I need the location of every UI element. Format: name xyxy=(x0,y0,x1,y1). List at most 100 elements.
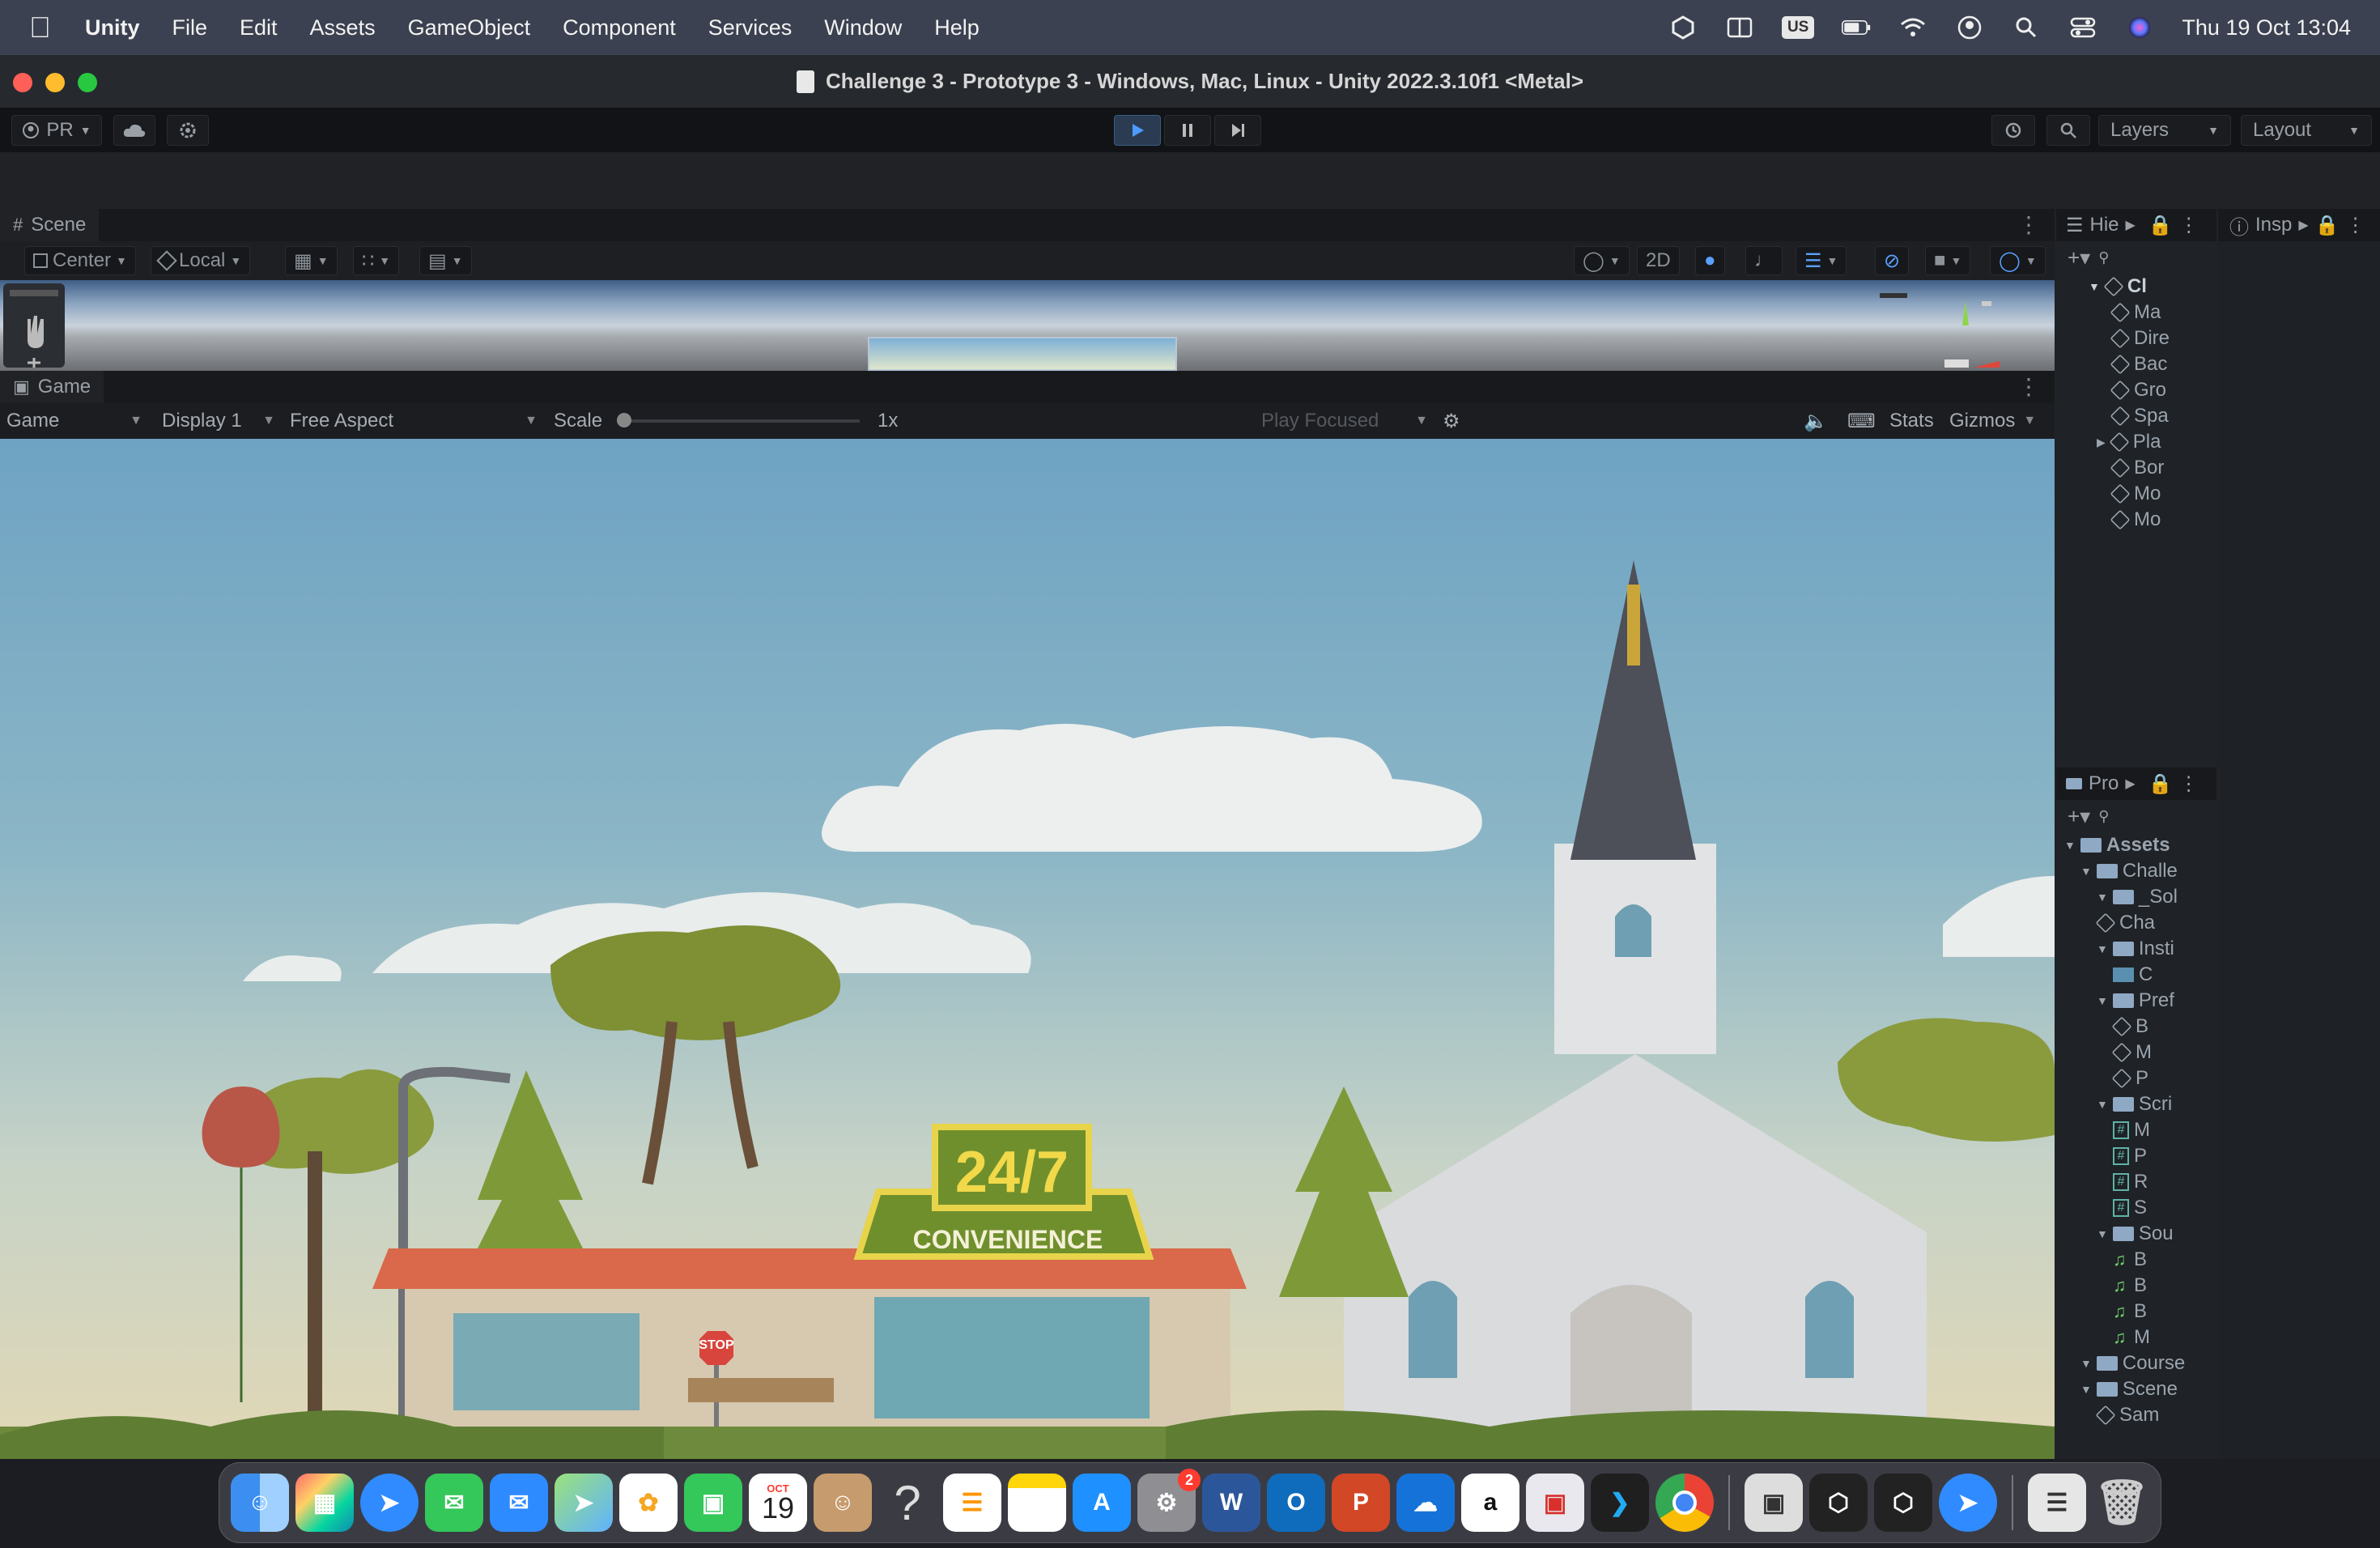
scene-tools-overlay[interactable] xyxy=(3,283,65,368)
hierarchy-item[interactable]: Ma xyxy=(2056,300,2216,325)
cloud-button[interactable] xyxy=(113,115,155,146)
ruler-toggle[interactable]: ▤ ▼ xyxy=(419,246,472,275)
scene-viewport[interactable] xyxy=(0,280,2055,371)
project-item[interactable]: # R xyxy=(2056,1169,2216,1195)
expand-arrow-icon[interactable]: ▼ xyxy=(2097,1227,2108,1240)
safari-icon[interactable]: ➤ xyxy=(360,1474,419,1532)
project-item[interactable]: Sam xyxy=(2056,1402,2216,1428)
chrome-icon[interactable] xyxy=(1655,1474,1714,1532)
project-item[interactable]: Cha xyxy=(2056,910,2216,936)
menu-services[interactable]: Services xyxy=(708,15,793,40)
scale-slider[interactable] xyxy=(617,413,861,427)
scene-root-row[interactable]: ▼ Cl xyxy=(2056,274,2216,300)
apple-menu-icon[interactable]:  xyxy=(29,13,51,42)
hand-tool-icon[interactable] xyxy=(3,283,65,368)
project-options-icon[interactable]: ⋮ xyxy=(2179,772,2199,796)
menu-app-name[interactable]: Unity xyxy=(85,15,140,40)
outlook-icon[interactable]: O xyxy=(1267,1474,1325,1532)
menu-gameobject[interactable]: GameObject xyxy=(408,15,531,40)
expand-arrow-icon[interactable]: ▼ xyxy=(2089,280,2100,293)
game-viewport[interactable]: 24/7 CONVENIENCE STOP xyxy=(0,439,2055,1459)
word-icon[interactable]: W xyxy=(1202,1474,1260,1532)
tab-project[interactable]: Pro ▶ 🔒 ⋮ xyxy=(2056,768,2216,800)
tab-inspector[interactable]: ⓘ Insp ▶ 🔒 ⋮ xyxy=(2218,209,2380,241)
launchpad-icon[interactable]: ▦ xyxy=(295,1474,354,1532)
tab-game[interactable]: ▣ Game xyxy=(0,371,104,403)
audio-toggle[interactable]: ♩ xyxy=(1745,246,1783,275)
increment-snap-toggle[interactable]: ∷ ▼ xyxy=(353,246,400,275)
lighting-toggle[interactable]: ● xyxy=(1695,246,1725,275)
scene-visibility-toggle[interactable]: ⊘ xyxy=(1875,246,1910,275)
trash-icon[interactable]: 🗑 xyxy=(2093,1474,2151,1532)
project-item[interactable]: # S xyxy=(2056,1195,2216,1221)
project-item[interactable]: ♫ B xyxy=(2056,1299,2216,1325)
expand-arrow-icon[interactable]: ▼ xyxy=(2097,891,2108,904)
project-item[interactable]: # P xyxy=(2056,1143,2216,1169)
facetime-icon[interactable]: ▣ xyxy=(684,1474,742,1532)
zoom-window-button[interactable] xyxy=(78,73,97,92)
toggle-2d-button[interactable]: 2D xyxy=(1637,246,1680,275)
project-item[interactable]: C xyxy=(2056,962,2216,988)
expand-arrow-icon[interactable]: ▼ xyxy=(2080,1357,2092,1370)
aspect-dropdown[interactable]: Free Aspect ▼ xyxy=(290,403,538,439)
mail-icon[interactable]: ✉ xyxy=(490,1474,548,1532)
keyboard-shortcuts-button[interactable]: ⌨ xyxy=(1847,403,1876,439)
unity-icon[interactable]: ⬡ xyxy=(1809,1474,1868,1532)
hierarchy-item[interactable]: Bac xyxy=(2056,351,2216,377)
hierarchy-item[interactable]: Dire xyxy=(2056,325,2216,351)
remote-desktop-icon[interactable]: ▣ xyxy=(1526,1474,1584,1532)
user-account-icon[interactable] xyxy=(1955,15,1984,40)
menu-component[interactable]: Component xyxy=(563,15,676,40)
pause-button[interactable] xyxy=(1164,115,1211,146)
display-dropdown[interactable]: Display 1 ▼ xyxy=(162,403,275,439)
create-asset-button[interactable]: +▾ xyxy=(2068,804,2090,829)
siri-icon[interactable] xyxy=(2125,15,2154,40)
gizmos-dropdown[interactable]: ◯ ▼ xyxy=(1990,246,2046,275)
project-item[interactable]: ▼ Pref xyxy=(2056,988,2216,1014)
menu-edit[interactable]: Edit xyxy=(240,15,278,40)
hierarchy-item[interactable]: ▶ Pla xyxy=(2056,429,2216,455)
step-button[interactable] xyxy=(1214,115,1261,146)
account-dropdown[interactable]: PR ▼ xyxy=(11,115,102,146)
contacts-icon[interactable]: ☺ xyxy=(814,1474,872,1532)
scale-slider-handle[interactable] xyxy=(617,413,632,427)
game-view-dropdown[interactable]: Game ▼ xyxy=(6,403,142,439)
lock-icon[interactable]: 🔒 xyxy=(2148,214,2173,237)
app-store-icon[interactable]: A xyxy=(1073,1474,1131,1532)
project-item[interactable]: ▼ Insti xyxy=(2056,936,2216,962)
menu-assets[interactable]: Assets xyxy=(310,15,376,40)
expand-arrow-icon[interactable]: ▼ xyxy=(2097,942,2108,955)
control-center-icon[interactable] xyxy=(2068,15,2097,40)
project-item[interactable]: ▼ Challe xyxy=(2056,858,2216,884)
project-item[interactable]: # M xyxy=(2056,1117,2216,1143)
notes-icon[interactable] xyxy=(1008,1474,1066,1532)
expand-arrow-icon[interactable]: ▶ xyxy=(2097,436,2106,449)
split-view-icon[interactable] xyxy=(1725,15,1754,40)
amazon-icon[interactable]: a xyxy=(1461,1474,1519,1532)
scene-camera-dropdown[interactable]: ■ ▼ xyxy=(1925,246,1971,275)
pivot-rotation-dropdown[interactable]: Local ▼ xyxy=(151,246,251,275)
collab-settings-button[interactable] xyxy=(167,115,209,146)
project-item[interactable]: ▼ _Sol xyxy=(2056,884,2216,910)
game-gizmos-dropdown[interactable]: Gizmos ▼ xyxy=(1949,403,2036,439)
hierarchy-item[interactable]: Gro xyxy=(2056,377,2216,403)
onedrive-icon[interactable]: ☁ xyxy=(1396,1474,1455,1532)
stats-button[interactable]: Stats xyxy=(1889,403,1934,439)
help-icon[interactable]: ? xyxy=(878,1474,937,1532)
calendar-icon[interactable]: OCT 19 xyxy=(749,1474,807,1532)
downloads-stack-icon[interactable]: ☰ xyxy=(2028,1474,2086,1532)
close-window-button[interactable] xyxy=(13,73,32,92)
global-search-button[interactable] xyxy=(2046,115,2090,146)
project-item[interactable]: B xyxy=(2056,1014,2216,1040)
powerpoint-icon[interactable]: P xyxy=(1332,1474,1390,1532)
layout-dropdown[interactable]: Layout ▼ xyxy=(2241,115,2372,146)
project-item[interactable]: ♫ B xyxy=(2056,1247,2216,1273)
expand-arrow-icon[interactable]: ▼ xyxy=(2097,1098,2108,1111)
menu-bar-clock[interactable]: Thu 19 Oct 13:04 xyxy=(2182,15,2351,40)
scene-options-icon[interactable]: ⋮ xyxy=(2017,214,2040,236)
safari-downloads-icon[interactable]: ➤ xyxy=(1939,1474,1997,1532)
play-button[interactable] xyxy=(1114,115,1161,146)
lock-icon[interactable]: 🔒 xyxy=(2148,772,2173,796)
hierarchy-item[interactable]: Bor xyxy=(2056,455,2216,481)
project-item[interactable]: ♫ M xyxy=(2056,1325,2216,1350)
